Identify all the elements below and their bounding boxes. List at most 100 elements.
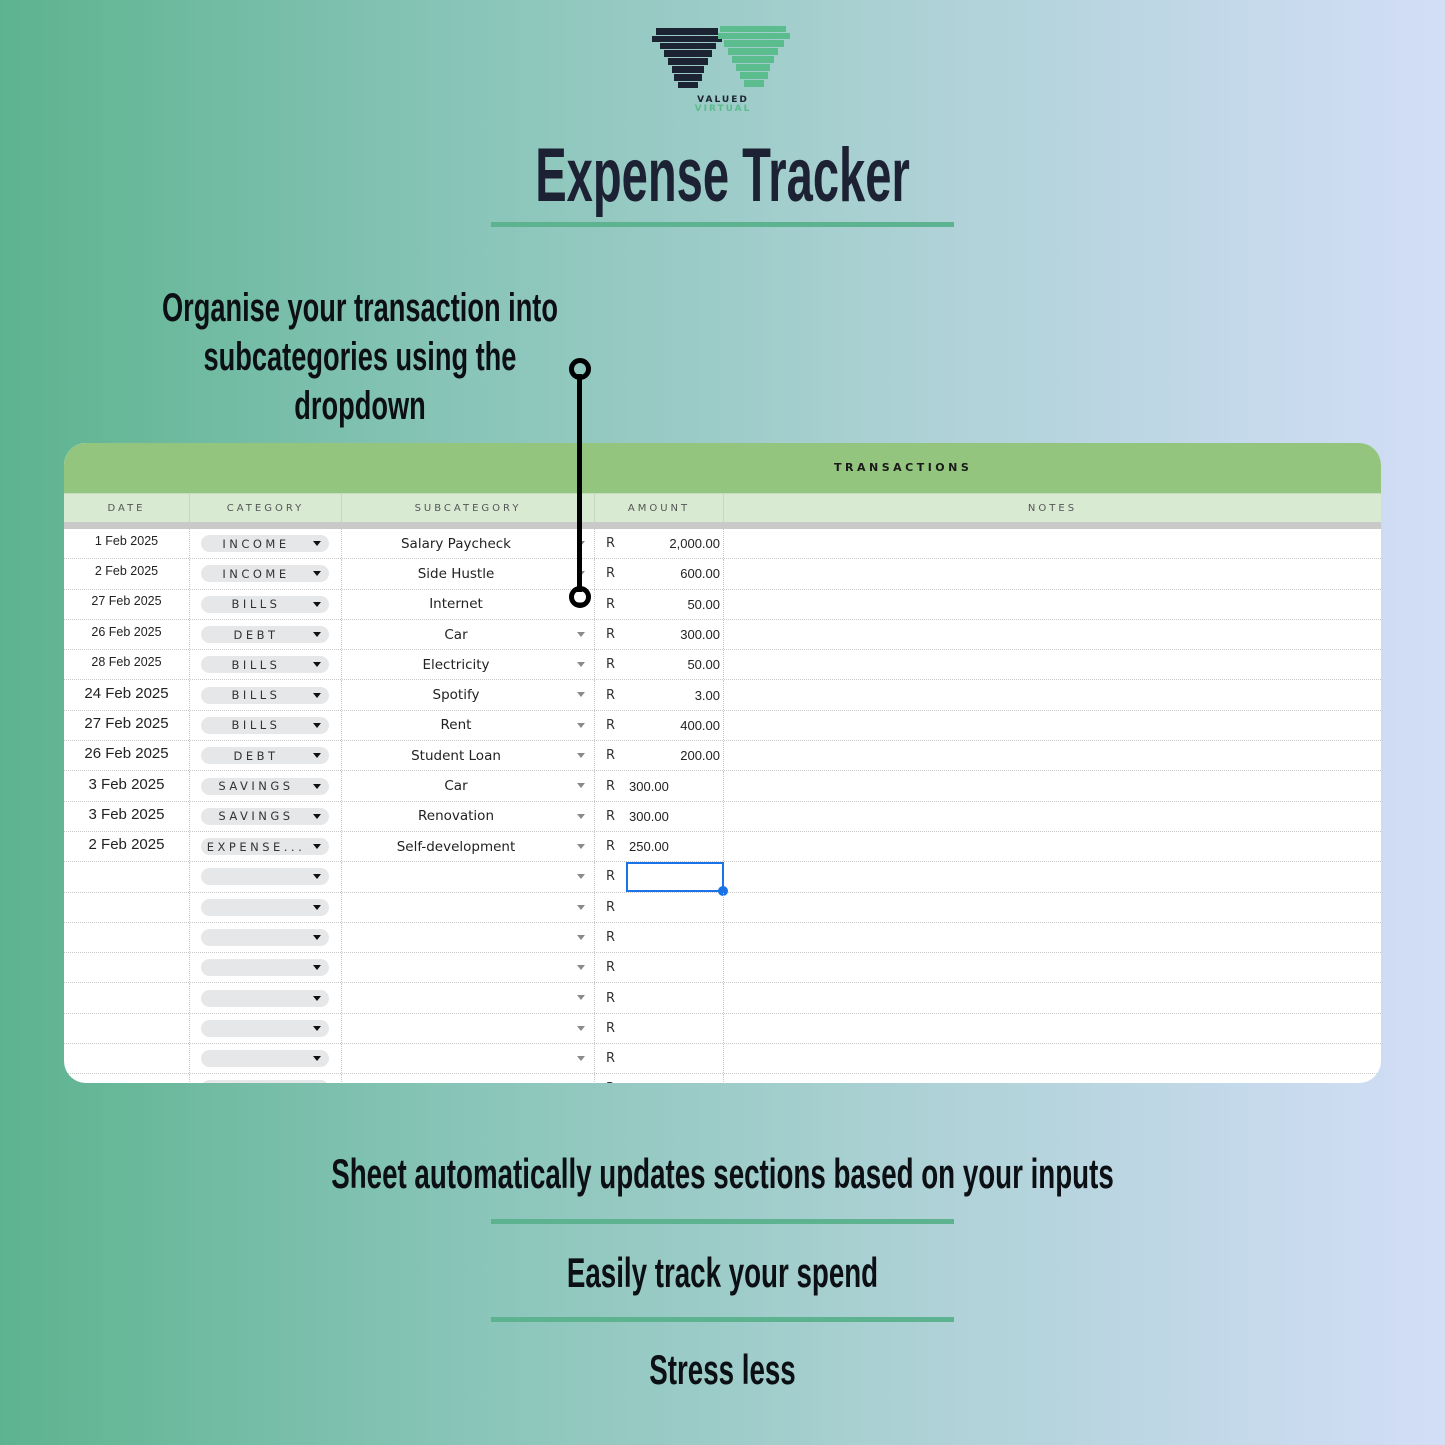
subcategory-dropdown[interactable] [342,983,595,1013]
date-cell[interactable] [64,1044,190,1074]
chevron-down-icon[interactable] [577,783,585,789]
category-dropdown[interactable]: BILLS [201,656,329,674]
date-cell[interactable] [64,892,190,922]
chevron-down-icon[interactable] [313,541,321,547]
column-header-amount[interactable]: AMOUNT [595,494,724,522]
category-dropdown[interactable]: INCOME [201,535,329,553]
column-header-category[interactable]: CATEGORY [190,494,342,522]
chevron-down-icon[interactable] [577,662,585,668]
category-dropdown[interactable] [201,959,329,977]
notes-cell[interactable] [724,1044,1381,1073]
category-dropdown[interactable] [201,898,329,916]
chevron-down-icon[interactable] [313,632,321,638]
notes-cell[interactable] [724,802,1381,831]
category-dropdown[interactable]: DEBT [201,626,329,644]
subcategory-dropdown[interactable]: Electricity [342,650,595,680]
chevron-down-icon[interactable] [577,631,585,637]
date-cell[interactable] [64,922,190,953]
chevron-down-icon[interactable] [577,692,585,698]
subcategory-dropdown[interactable] [342,1074,595,1083]
subcategory-dropdown[interactable] [342,1013,595,1044]
amount-cell[interactable]: R 2,000.00 [595,529,724,559]
category-dropdown[interactable] [201,929,329,946]
chevron-down-icon[interactable] [577,753,585,759]
amount-cell[interactable]: R 300.00 [595,771,724,801]
chevron-down-icon[interactable] [577,904,585,910]
chevron-down-icon[interactable] [577,874,585,880]
chevron-down-icon[interactable] [577,934,585,940]
subcategory-dropdown[interactable] [342,862,595,892]
category-dropdown[interactable] [201,989,329,1007]
subcategory-dropdown[interactable]: Car [342,771,595,801]
category-dropdown[interactable] [201,868,329,886]
subcategory-dropdown[interactable] [342,1044,595,1074]
chevron-down-icon[interactable] [313,874,321,880]
amount-cell[interactable]: R 3.00 [595,680,724,710]
notes-cell[interactable] [724,529,1381,558]
notes-cell[interactable] [724,923,1381,952]
date-cell[interactable] [64,983,190,1013]
amount-cell[interactable]: R 300.00 [595,801,724,831]
chevron-down-icon[interactable] [313,1056,321,1062]
notes-cell[interactable] [724,983,1381,1012]
amount-cell[interactable]: R 50.00 [595,589,724,619]
amount-cell[interactable]: R 250.00 [595,831,724,862]
amount-cell[interactable]: R 50.00 [595,650,724,680]
category-dropdown[interactable]: BILLS [201,686,329,704]
notes-cell[interactable] [724,1014,1381,1043]
amount-cell[interactable]: R [595,862,728,897]
amount-cell[interactable]: R 300.00 [595,619,724,650]
amount-cell[interactable]: R [595,1074,724,1083]
category-dropdown[interactable]: INCOME [201,565,329,583]
column-header-notes[interactable]: NOTES [724,494,1381,522]
date-cell[interactable] [64,1013,190,1044]
subcategory-dropdown[interactable]: Rent [342,710,595,741]
chevron-down-icon[interactable] [313,995,321,1001]
date-cell[interactable] [64,953,190,983]
chevron-down-icon[interactable] [313,662,321,668]
date-cell[interactable]: 2 Feb 2025 [64,559,190,589]
notes-cell[interactable] [724,559,1381,588]
amount-cell[interactable]: R 600.00 [595,559,724,589]
amount-cell[interactable]: R [595,1013,724,1044]
subcategory-dropdown[interactable]: Student Loan [342,741,595,771]
category-dropdown[interactable]: SAVINGS [201,807,329,825]
active-cell-selection[interactable] [626,862,728,897]
date-cell[interactable]: 27 Feb 2025 [64,710,190,741]
amount-cell[interactable]: R [595,892,724,922]
date-cell[interactable] [64,862,190,892]
chevron-down-icon[interactable] [577,965,585,971]
amount-cell[interactable]: R 400.00 [595,710,724,741]
amount-cell[interactable]: R 200.00 [595,741,724,771]
date-cell[interactable]: 2 Feb 2025 [64,831,190,862]
chevron-down-icon[interactable] [313,904,321,910]
notes-cell[interactable] [724,620,1381,649]
subcategory-dropdown[interactable]: Internet [342,589,595,619]
subcategory-dropdown[interactable]: Renovation [342,801,595,831]
date-cell[interactable]: 3 Feb 2025 [64,801,190,831]
notes-cell[interactable] [724,590,1381,619]
chevron-down-icon[interactable] [313,813,321,819]
notes-cell[interactable] [724,862,1381,891]
notes-cell[interactable] [724,953,1381,982]
date-cell[interactable]: 28 Feb 2025 [64,650,190,680]
subcategory-dropdown[interactable]: Self-development [342,831,595,862]
chevron-down-icon[interactable] [313,844,321,850]
chevron-down-icon[interactable] [577,722,585,728]
category-dropdown[interactable]: DEBT [201,747,329,765]
amount-cell[interactable]: R [595,922,724,953]
notes-cell[interactable] [724,771,1381,800]
chevron-down-icon[interactable] [313,935,321,940]
chevron-down-icon[interactable] [313,1025,321,1031]
notes-cell[interactable] [724,711,1381,740]
subcategory-dropdown[interactable]: Spotify [342,680,595,710]
category-dropdown[interactable]: BILLS [201,595,329,613]
chevron-down-icon[interactable] [577,995,585,1001]
chevron-down-icon[interactable] [313,571,321,577]
subcategory-dropdown[interactable] [342,892,595,922]
chevron-down-icon[interactable] [577,843,585,849]
notes-cell[interactable] [724,680,1381,709]
chevron-down-icon[interactable] [313,601,321,607]
subcategory-dropdown[interactable] [342,922,595,953]
subcategory-dropdown[interactable] [342,953,595,983]
